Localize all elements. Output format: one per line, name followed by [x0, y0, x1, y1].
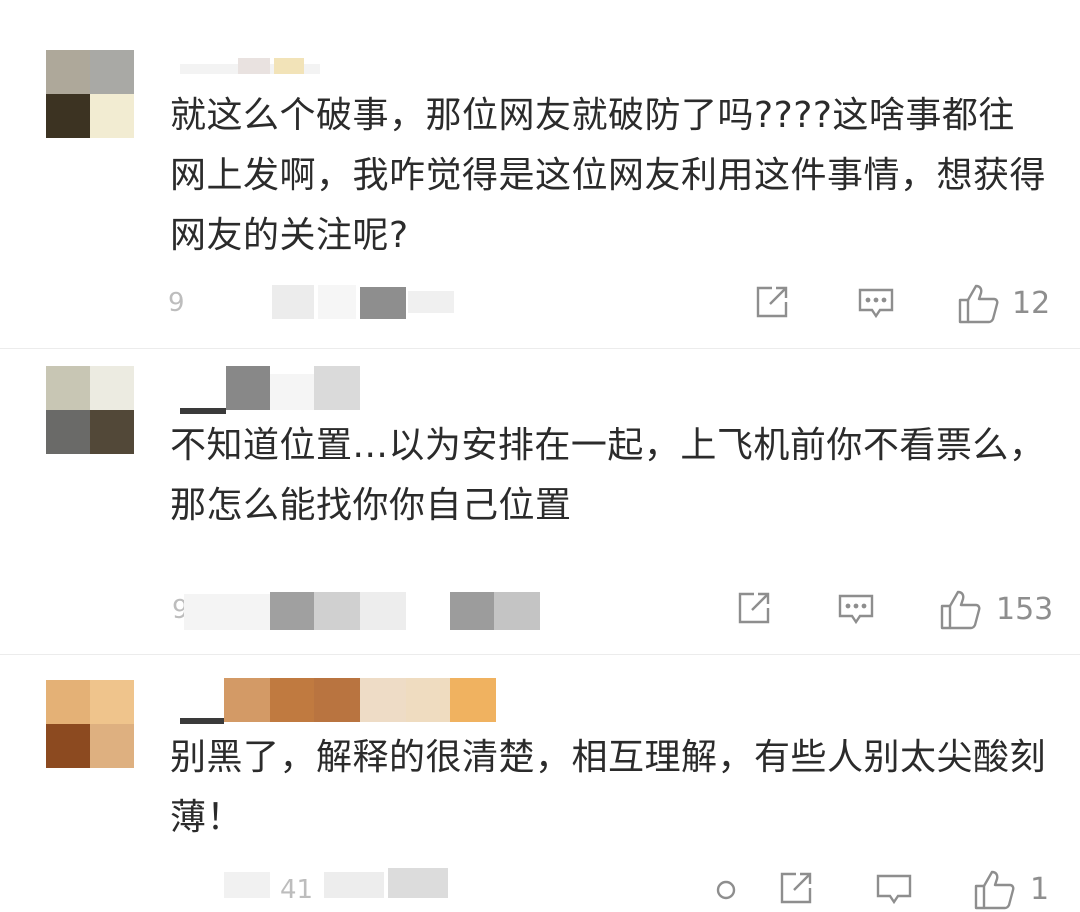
username-blurred[interactable]	[180, 366, 380, 416]
username-blurred[interactable]	[180, 678, 500, 728]
thumbs-up-icon	[974, 870, 1015, 910]
reply-button[interactable]	[856, 282, 896, 322]
repost-button[interactable]	[776, 868, 816, 908]
divider	[0, 654, 1080, 655]
avatar-pixel	[90, 410, 134, 454]
like-button[interactable]	[972, 868, 1016, 912]
avatar-pixel	[46, 94, 90, 138]
share-edit-icon	[738, 592, 770, 624]
comment-bubble-icon	[876, 874, 912, 905]
like-button[interactable]	[938, 588, 982, 632]
comment-bubble-icon	[858, 288, 894, 319]
avatar-pixel	[46, 410, 90, 454]
reply-button-partial[interactable]	[716, 880, 736, 900]
share-edit-icon	[756, 286, 788, 318]
avatar-pixel	[90, 366, 134, 410]
avatar-pixel	[90, 94, 134, 138]
comment-meta-blurred: 9	[168, 283, 468, 323]
like-count: 1	[1030, 872, 1050, 907]
like-button[interactable]	[956, 282, 1000, 326]
comment-actions: 153	[720, 588, 1060, 632]
share-edit-icon	[780, 872, 812, 904]
comment-meta-blurred: 41	[168, 866, 468, 906]
avatar-pixel	[90, 50, 134, 94]
comment-actions: 1	[700, 868, 1060, 912]
comment-meta-blurred: 9	[168, 590, 548, 630]
like-count: 153	[996, 592, 1054, 627]
avatar-pixel	[46, 50, 90, 94]
comment-text: 别黑了，解释的很清楚，相互理解，有些人别太尖酸刻薄！	[170, 737, 1047, 838]
repost-button[interactable]	[752, 282, 792, 322]
avatar-pixel	[46, 680, 90, 724]
meta-text: 41	[280, 875, 314, 905]
thumbs-up-icon	[958, 284, 999, 324]
avatar-pixel	[90, 724, 134, 768]
comment-text: 就这么个破事，那位网友就破防了吗????这啥事都往网上发啊，我咋觉得是这位网友利…	[170, 95, 1047, 256]
avatar[interactable]	[46, 680, 134, 768]
thumbs-up-icon	[940, 590, 981, 630]
comment-bubble-icon	[838, 594, 874, 625]
avatar[interactable]	[46, 50, 134, 138]
avatar-pixel	[46, 366, 90, 410]
like-count: 12	[1012, 286, 1051, 321]
avatar-pixel	[90, 680, 134, 724]
divider	[0, 348, 1080, 349]
avatar[interactable]	[46, 366, 134, 454]
comment-actions: 12	[740, 282, 1060, 326]
reply-button[interactable]	[874, 868, 914, 908]
comment-text: 不知道位置...以为安排在一起，上飞机前你不看票么，那怎么能找你你自己位置	[170, 425, 1046, 526]
reply-button[interactable]	[836, 588, 876, 628]
comment-bubble-icon	[716, 880, 736, 900]
repost-button[interactable]	[734, 588, 774, 628]
avatar-pixel	[46, 724, 90, 768]
meta-text: 9	[168, 288, 185, 318]
